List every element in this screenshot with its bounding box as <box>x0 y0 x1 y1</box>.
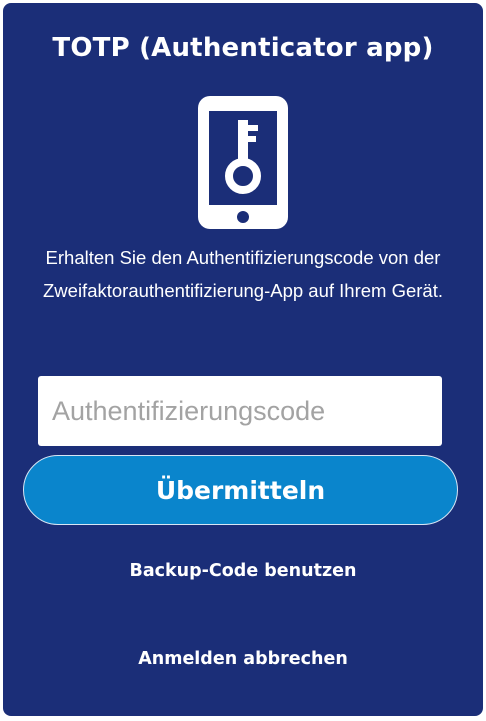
phone-key-icon <box>198 96 288 229</box>
totp-card: TOTP (Authenticator app) Erhalten Sie de… <box>3 3 483 716</box>
page-title: TOTP (Authenticator app) <box>52 33 434 63</box>
description-text: Erhalten Sie den Authentifizierungscode … <box>43 247 443 301</box>
cancel-login-link[interactable]: Anmelden abbrechen <box>3 649 483 669</box>
use-backup-code-link[interactable]: Backup-Code benutzen <box>3 561 483 581</box>
authentication-code-input[interactable] <box>38 376 442 446</box>
submit-button[interactable]: Übermitteln <box>23 455 458 525</box>
